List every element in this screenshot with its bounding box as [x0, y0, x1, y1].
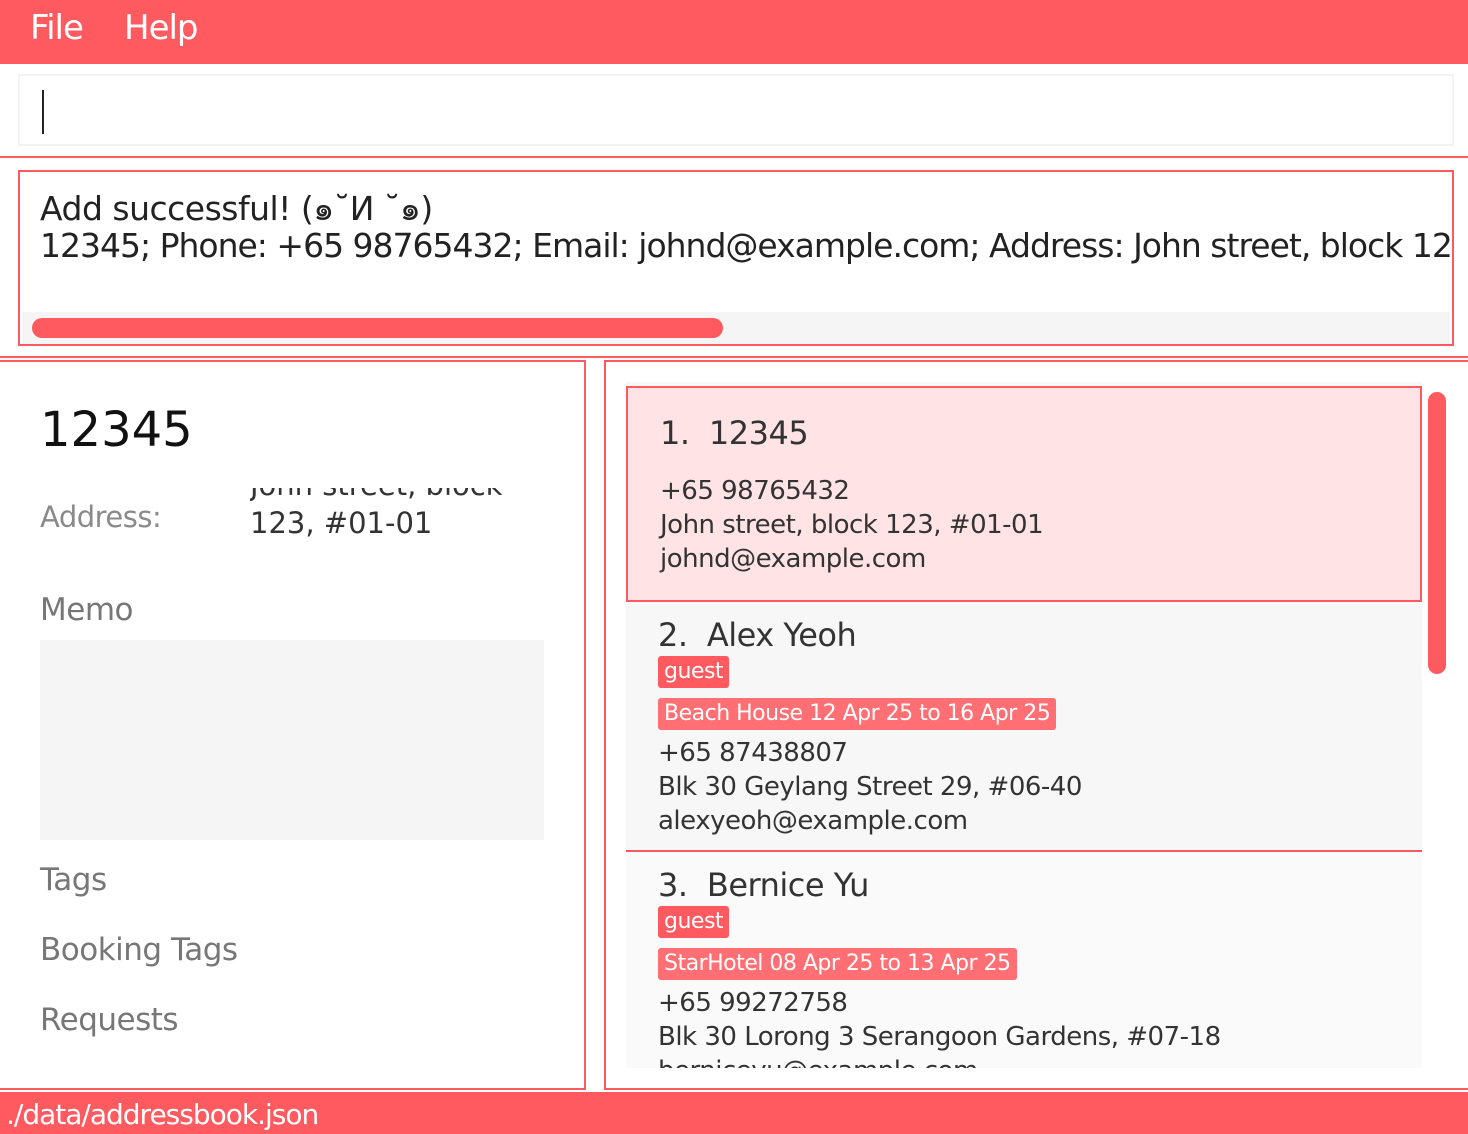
person-booking-tag: StarHotel 08 Apr 25 to 13 Apr 25 [658, 948, 1017, 980]
person-tag: guest [658, 906, 730, 938]
person-card-title: 3. Bernice Yu [658, 866, 869, 904]
person-address: John street, block 123, #01-01 [660, 510, 1044, 540]
person-email: alexyeoh@example.com [658, 806, 968, 836]
person-email: berniceyu@example.com [658, 1056, 978, 1068]
status-bar: ./data/addressbook.json [0, 1092, 1468, 1134]
divider-command [0, 156, 1468, 158]
person-address: Blk 30 Geylang Street 29, #06-40 [658, 772, 1082, 802]
command-input[interactable] [20, 76, 1452, 144]
detail-address-scroll[interactable]: John street, block 123, #01-01 [250, 488, 550, 552]
memo-heading: Memo [40, 592, 133, 628]
detail-name: 12345 [40, 402, 193, 458]
person-list[interactable]: 1. 12345 +65 98765432 John street, block… [626, 382, 1422, 1068]
person-list-panel: 1. 12345 +65 98765432 John street, block… [604, 360, 1468, 1090]
person-name: Bernice Yu [706, 866, 870, 904]
person-address: Blk 30 Lorong 3 Serangoon Gardens, #07-1… [658, 1022, 1221, 1052]
booking-tags-heading: Booking Tags [40, 932, 238, 968]
requests-heading: Requests [40, 1002, 179, 1038]
person-detail-panel: 12345 Address: John street, block 123, #… [0, 360, 586, 1090]
status-file-path: ./data/addressbook.json [6, 1098, 319, 1131]
text-caret [42, 90, 44, 134]
divider-result [0, 356, 1468, 358]
person-index: 2. [658, 616, 688, 654]
person-card-title: 1. 12345 [660, 414, 809, 452]
menu-bar: File Help [0, 0, 1468, 64]
result-detail: 12345; Phone: +65 98765432; Email: johnd… [40, 226, 1454, 265]
person-booking-tag: Beach House 12 Apr 25 to 16 Apr 25 [658, 698, 1057, 730]
person-email: johnd@example.com [660, 544, 926, 574]
person-index: 1. [660, 414, 690, 452]
menu-file[interactable]: File [30, 8, 84, 48]
person-card-title: 2. Alex Yeoh [658, 616, 857, 654]
command-box [18, 74, 1454, 146]
person-card[interactable]: 3. Bernice Yu guest StarHotel 08 Apr 25 … [626, 852, 1422, 1068]
detail-address-value: John street, block 123, #01-01 [250, 488, 502, 540]
result-scrollbar-thumb[interactable] [32, 318, 723, 338]
person-phone: +65 98765432 [660, 476, 850, 506]
person-card[interactable]: 1. 12345 +65 98765432 John street, block… [626, 386, 1422, 602]
list-scrollbar-thumb[interactable] [1428, 392, 1446, 674]
person-index: 3. [658, 866, 688, 904]
memo-box[interactable] [40, 640, 544, 840]
detail-address-label: Address: [40, 500, 162, 534]
result-display: Add successful! (๑˘И ˘๑) 12345; Phone: +… [18, 170, 1454, 346]
person-phone: +65 99272758 [658, 988, 848, 1018]
person-phone: +65 87438807 [658, 738, 848, 768]
person-name: 12345 [708, 414, 809, 452]
person-name: Alex Yeoh [706, 616, 857, 654]
menu-help[interactable]: Help [124, 8, 199, 48]
person-tag: guest [658, 656, 730, 688]
tags-heading: Tags [40, 862, 107, 898]
person-card[interactable]: 2. Alex Yeoh guest Beach House 12 Apr 25… [626, 602, 1422, 850]
